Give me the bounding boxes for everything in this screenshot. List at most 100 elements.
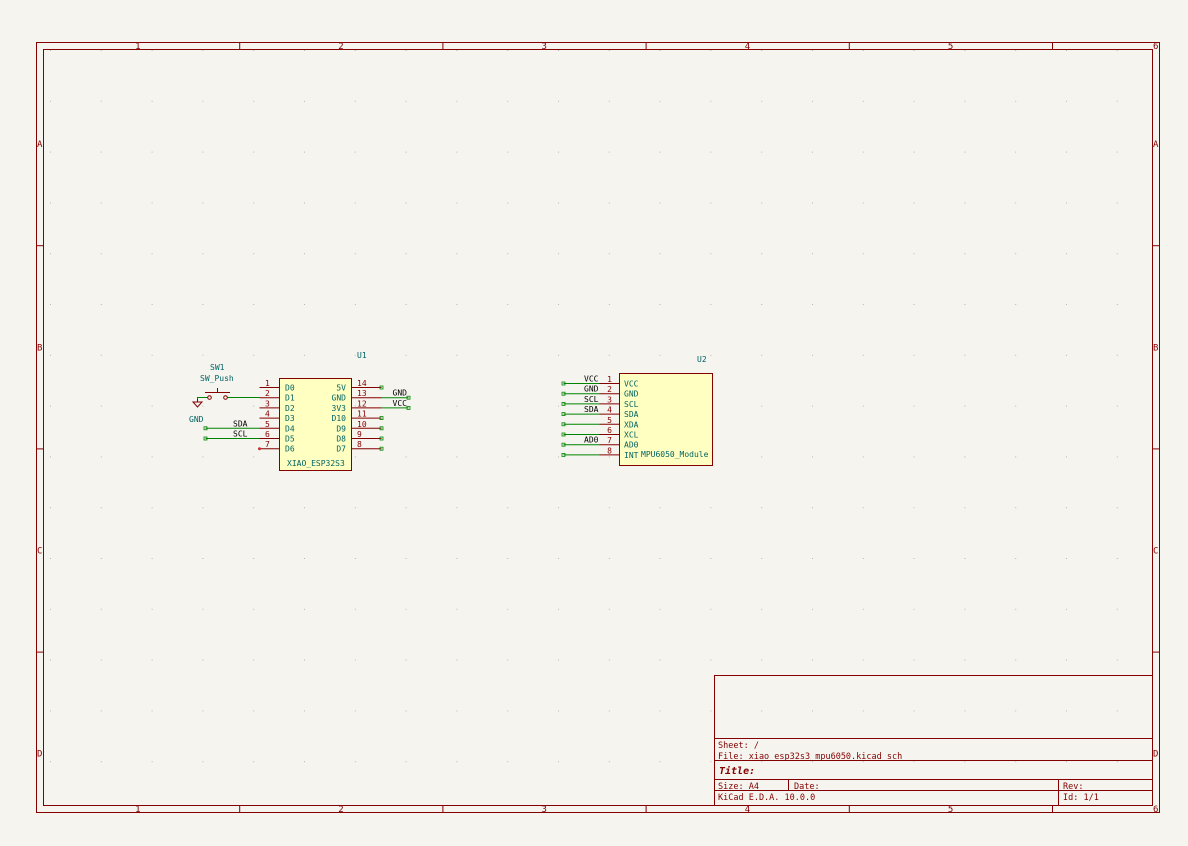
grid-dot [253, 608, 255, 610]
grid-dot [253, 304, 255, 305]
u1-pin-name: D10 [332, 414, 347, 423]
grid-dot [1116, 659, 1118, 661]
grid-dot [456, 710, 458, 712]
grid-dot [608, 100, 610, 102]
grid-dot [1066, 405, 1067, 407]
grid-dot [1116, 100, 1118, 102]
u1-pin-number: 14 [357, 379, 367, 388]
grid-dot [558, 405, 559, 407]
grid-dot [507, 507, 509, 509]
grid-dot [710, 558, 712, 559]
grid-dot [354, 558, 356, 559]
u2-pin-number: 6 [607, 426, 612, 435]
frame-row-label: C [37, 547, 42, 557]
grid-dot [151, 202, 153, 204]
grid-dot [862, 100, 864, 102]
grid-dot [100, 304, 102, 305]
u2-pin-name: GND [624, 390, 639, 399]
grid-dot [1116, 558, 1118, 559]
frame-column-label: 2 [338, 42, 343, 52]
grid-dot [405, 558, 407, 559]
grid-dot [608, 456, 610, 458]
u2-pin-number: 1 [607, 375, 612, 384]
grid-dot [50, 253, 51, 255]
grid-dot [304, 710, 305, 712]
grid-dot [354, 354, 356, 356]
grid-dot [100, 710, 102, 712]
grid-dot [304, 761, 305, 763]
grid-dot [50, 151, 51, 153]
grid-dot [862, 354, 864, 356]
grid-dot [761, 253, 763, 255]
grid-dot [1116, 761, 1118, 763]
u2-pin-name: SCL [624, 400, 639, 409]
frame-column-label: 5 [948, 42, 953, 52]
grid-dot [964, 100, 966, 102]
u1-pin-number: 10 [357, 420, 367, 429]
grid-dot [405, 761, 407, 763]
grid-dot [1015, 558, 1017, 559]
u2-pin-number: 3 [607, 395, 612, 404]
frame-row-label: D [37, 750, 42, 760]
grid-dot [1066, 100, 1067, 102]
grid-dot [354, 253, 356, 255]
grid-dot [710, 507, 712, 509]
u1-value: XIAO_ESP32S3 [287, 459, 345, 468]
grid-dot [202, 151, 204, 153]
grid-dot [1015, 761, 1017, 763]
grid-dot [913, 608, 915, 610]
grid-dot [862, 608, 864, 610]
grid-dot [1015, 202, 1017, 204]
frame-column-label: 5 [948, 805, 953, 815]
frame-column-label: 2 [338, 805, 343, 815]
grid-dot [913, 456, 915, 458]
grid-dot [151, 304, 153, 305]
grid-dot [100, 151, 102, 153]
schematic-canvas[interactable]: 112233445566A AB BC CD D U1 XIAO_ESP32S3 1 D0… [0, 0, 1188, 846]
title-block-file: File: xiao_esp32s3_mpu6050.kicad_sch [718, 752, 902, 762]
frame-row-label: A [37, 140, 43, 150]
grid-dot [913, 558, 915, 559]
grid-dot [1116, 151, 1118, 153]
grid-dot [1116, 253, 1118, 255]
grid-dot [456, 761, 458, 763]
grid-dot [354, 151, 356, 153]
frame-column-label: 4 [745, 42, 750, 52]
grid-dot [608, 659, 610, 661]
grid-dot [812, 608, 813, 610]
grid-dot [253, 151, 255, 153]
grid-dot [812, 558, 813, 559]
grid-dot [304, 100, 305, 102]
grid-dot [558, 50, 559, 51]
u1-pin-name: D7 [336, 445, 346, 454]
u2-net-label: SDA [584, 405, 599, 414]
grid-dot [253, 761, 255, 763]
grid-dot [710, 354, 712, 356]
grid-dot [608, 202, 610, 204]
grid-dot [456, 151, 458, 153]
u2-pin-number: 2 [607, 385, 612, 394]
title-block-size: Size: A4 [718, 782, 759, 792]
u1-pin-name: D6 [285, 445, 295, 454]
frame-row-label: C [1153, 547, 1158, 557]
grid-dot [558, 608, 559, 610]
grid-dot [761, 608, 763, 610]
grid-dot [253, 100, 255, 102]
grid-dot [608, 151, 610, 153]
grid-dot [100, 50, 102, 51]
grid-dot [558, 761, 559, 763]
grid-dot [100, 558, 102, 559]
grid-dot [202, 507, 204, 509]
grid-dot [862, 507, 864, 509]
grid-dot [50, 761, 51, 763]
grid-dot [913, 151, 915, 153]
u2-pin-number: 5 [607, 416, 612, 425]
grid-dot [761, 710, 763, 712]
frame-row-label: B [37, 343, 42, 353]
u1-pin-number: 8 [357, 440, 362, 449]
grid-dot [507, 151, 509, 153]
grid-dot [558, 253, 559, 255]
grid-dot [354, 405, 356, 407]
grid-dot [507, 304, 509, 305]
grid-dot [862, 202, 864, 204]
